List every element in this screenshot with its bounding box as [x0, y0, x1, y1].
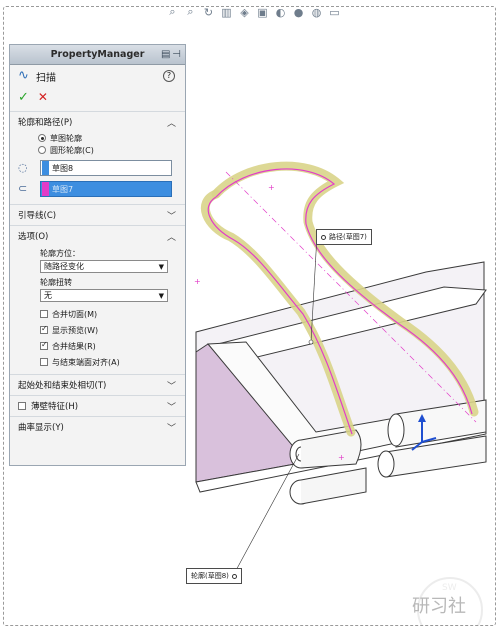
checkbox-show-preview[interactable]: 显示预览(W) — [10, 322, 185, 338]
checkbox-align-end[interactable]: 与结束端面对齐(A) — [10, 354, 185, 370]
feature-title-row: ∿ 扫描 ? — [10, 65, 185, 87]
profile-selection-box[interactable]: 草图8 — [40, 160, 172, 176]
twist-value: 无 — [44, 291, 52, 300]
profile-callout-label: 轮廓(草图8) — [191, 572, 229, 580]
chevron-up-icon[interactable]: ︿ — [167, 116, 176, 129]
property-manager-header: PropertyManager ▤ ⊣ — [10, 45, 185, 65]
graphics-viewport[interactable]: + + + — [186, 22, 494, 622]
path-callout[interactable]: 路径(草图7) — [316, 229, 372, 245]
path-icon: ⊂ — [18, 182, 28, 195]
chevron-down-icon[interactable]: ﹀ — [167, 421, 176, 434]
section-guides-title: 引导线(C) — [18, 211, 57, 221]
view-toolbar: ⌕ ⌕ ↻ ▥ ◈ ▣ ◐ ● ◍ ▭ — [165, 3, 342, 21]
chevron-down-icon[interactable]: ﹀ — [167, 379, 176, 392]
section-view-icon[interactable]: ▥ — [219, 5, 234, 20]
appearance-icon[interactable]: ● — [291, 5, 306, 20]
radio-button[interactable] — [38, 134, 46, 142]
path-callout-label: 路径(草图7) — [329, 233, 367, 241]
property-manager-title: PropertyManager — [50, 49, 145, 60]
pm-layout-icon[interactable]: ▤ — [161, 49, 170, 60]
zoom-area-icon[interactable]: ⌕ — [183, 5, 198, 20]
section-options[interactable]: 选项(O) ︿ — [10, 225, 185, 246]
twist-label: 轮廓扭转 — [40, 278, 72, 287]
checkbox-label: 显示预览(W) — [52, 325, 99, 335]
ok-button[interactable]: ✓ — [18, 90, 29, 105]
hide-show-icon[interactable]: ◐ — [273, 5, 288, 20]
radio-circular-profile[interactable]: 圆形轮廓(C) — [10, 144, 185, 156]
path-selection-box[interactable]: 草图7 — [40, 181, 172, 197]
checkbox[interactable] — [40, 324, 48, 334]
profile-selection-value: 草图8 — [52, 163, 74, 173]
profile-callout[interactable]: 轮廓(草图8) — [186, 568, 242, 584]
monitor-icon[interactable]: ▭ — [327, 5, 342, 20]
chevron-up-icon[interactable]: ︿ — [167, 230, 176, 243]
sweep-icon: ∿ — [18, 68, 29, 83]
checkbox-merge-result[interactable]: 合并结果(R) — [10, 338, 185, 354]
confirm-row: ✓ ✕ — [10, 87, 185, 107]
tube-right-end — [387, 413, 405, 447]
scene-icon[interactable]: ◍ — [309, 5, 324, 20]
help-icon[interactable]: ? — [163, 70, 175, 82]
profile-icon: ◌ — [18, 161, 28, 174]
section-thin-feature[interactable]: 薄壁特征(H) ﹀ — [10, 395, 185, 416]
radio-label: 草图轮廓 — [50, 133, 82, 143]
property-manager-panel: PropertyManager ▤ ⊣ ∿ 扫描 ? ✓ ✕ 轮廓和路径(P) … — [9, 44, 186, 466]
chevron-down-icon[interactable]: ﹀ — [167, 400, 176, 413]
tube-lower-right-end — [377, 450, 395, 478]
section-guides[interactable]: 引导线(C) ﹀ — [10, 204, 185, 225]
tube-lower-body — [300, 467, 367, 505]
section-options-title: 选项(O) — [18, 232, 49, 242]
sketch-point: + — [194, 277, 201, 286]
view-orientation-icon[interactable]: ◈ — [237, 5, 252, 20]
twist-dropdown[interactable]: 无 ▼ — [40, 289, 168, 302]
section-thin-title: 薄壁特征(H) — [31, 402, 79, 412]
sketch-point: + — [338, 453, 345, 462]
feature-name: 扫描 — [36, 72, 56, 84]
path-selection-value: 草图7 — [52, 184, 74, 194]
chevron-down-icon[interactable]: ﹀ — [167, 209, 176, 222]
section-curvature-title: 曲率显示(Y) — [18, 423, 64, 433]
zoom-fit-icon[interactable]: ⌕ — [165, 5, 180, 20]
checkbox-label: 合并结果(R) — [52, 341, 96, 351]
section-curvature-display[interactable]: 曲率显示(Y) ﹀ — [10, 416, 185, 437]
profile-color-swatch — [42, 161, 49, 175]
display-style-icon[interactable]: ▣ — [255, 5, 270, 20]
checkbox-label: 与结束端面对齐(A) — [52, 357, 120, 367]
pin-icon[interactable]: ⊣ — [172, 49, 181, 60]
path-selection-row: ⊂ 草图7 — [10, 180, 185, 198]
section-start-end-title: 起始处和结束处相切(T) — [18, 381, 107, 391]
checkbox[interactable] — [40, 358, 48, 366]
pm-header-controls: ▤ ⊣ — [161, 49, 181, 60]
callout-dot — [321, 234, 326, 240]
orientation-value: 随路径变化 — [44, 262, 84, 271]
path-callout-anchor — [308, 339, 314, 345]
dropdown-caret-icon: ▼ — [158, 292, 164, 300]
section-profile-path-title: 轮廓和路径(P) — [18, 118, 73, 128]
section-profile-path[interactable]: 轮廓和路径(P) ︿ — [10, 111, 185, 132]
watermark-text: 研习社 — [412, 596, 466, 617]
cancel-button[interactable]: ✕ — [38, 90, 48, 104]
thin-feature-checkbox[interactable] — [18, 402, 26, 410]
checkbox-label: 合并切面(M) — [52, 309, 98, 319]
radio-label: 圆形轮廓(C) — [50, 145, 94, 155]
profile-selection-row: ◌ 草图8 — [10, 159, 185, 177]
section-start-end-tangency[interactable]: 起始处和结束处相切(T) ﹀ — [10, 374, 185, 395]
orientation-label: 轮廓方位： — [40, 249, 80, 258]
sketch-point: + — [268, 183, 275, 192]
checkbox[interactable] — [40, 340, 48, 350]
path-color-swatch — [42, 182, 49, 196]
radio-button[interactable] — [38, 146, 46, 154]
orientation-dropdown[interactable]: 随路径变化 ▼ — [40, 260, 168, 273]
checkbox[interactable] — [40, 310, 48, 318]
radio-sketch-profile[interactable]: 草图轮廓 — [10, 132, 185, 144]
callout-dot — [231, 573, 237, 579]
dropdown-caret-icon: ▼ — [158, 263, 164, 271]
checkbox-merge-tangent[interactable]: 合并切面(M) — [10, 306, 185, 322]
rotate-icon[interactable]: ↻ — [201, 5, 216, 20]
